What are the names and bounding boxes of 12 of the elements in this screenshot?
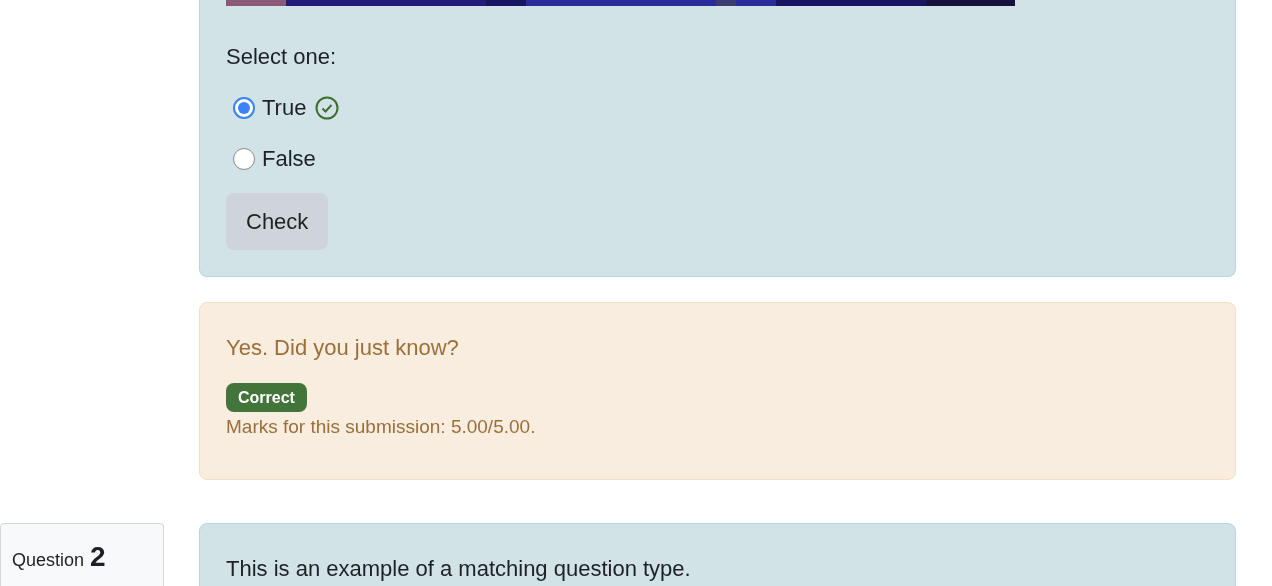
question-label: Question bbox=[12, 549, 85, 572]
check-button[interactable]: Check bbox=[226, 193, 329, 250]
question-number: 2 bbox=[90, 540, 106, 574]
prompt-text: Select one: bbox=[226, 44, 338, 70]
option-label: False bbox=[262, 145, 316, 173]
marks-text: Marks for this submission: 5.00/5.00. bbox=[226, 415, 537, 439]
radio-button[interactable] bbox=[233, 96, 255, 119]
status-badge: Correct bbox=[226, 383, 307, 412]
option-label: True bbox=[262, 94, 307, 122]
feedback-message: Yes. Did you just know? bbox=[226, 334, 460, 362]
question-text: This is an example of a matching question type. bbox=[226, 555, 692, 583]
radio-button[interactable] bbox=[233, 147, 255, 170]
